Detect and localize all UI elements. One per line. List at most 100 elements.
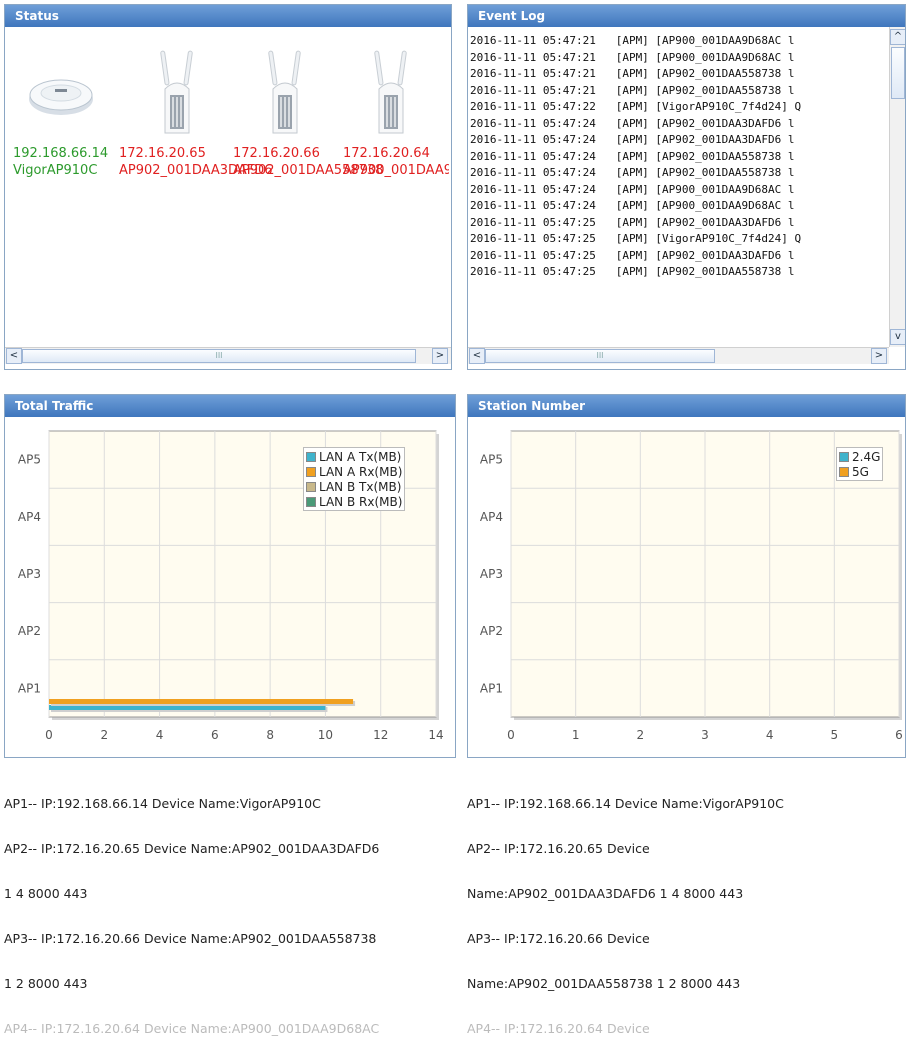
y-tick-label: AP2 — [18, 624, 41, 638]
ap-info-line: AP4-- IP:172.16.20.64 Device — [467, 1021, 650, 1036]
y-tick-label: AP4 — [480, 510, 503, 524]
total-traffic-panel-title: Total Traffic — [5, 395, 455, 417]
ap-info-line: AP4-- IP:172.16.20.64 Device Name:AP900_… — [4, 1021, 380, 1036]
y-tick-label: AP1 — [480, 681, 503, 695]
x-tick-label: 2 — [637, 728, 645, 742]
station-number-ap-info: AP1-- IP:192.168.66.14 Device Name:Vigor… — [467, 766, 784, 1051]
x-tick-label: 4 — [766, 728, 774, 742]
y-tick-label: AP3 — [480, 567, 503, 581]
event-log-vertical-scrollbar[interactable]: ^ v — [889, 27, 905, 347]
total-traffic-panel: Total Traffic 0 2 4 6 8 10 12 14 AP1 AP2 AP3 AP4 AP5… — [4, 394, 456, 758]
legend-swatch — [306, 481, 316, 492]
ap4-name: AP900_001DAA9D68AC — [343, 163, 449, 178]
x-tick-label: 0 — [45, 728, 53, 742]
ap1-device-icon[interactable] — [27, 73, 95, 119]
event-log-line: 2016-11-11 05:47:24 [APM] [AP900_001DAA9… — [470, 182, 795, 196]
legend-swatch — [839, 466, 849, 477]
x-tick-label: 12 — [373, 728, 388, 742]
x-tick-label: 10 — [318, 728, 333, 742]
status-horizontal-scrollbar[interactable]: < III > — [5, 347, 451, 364]
event-log-line: 2016-11-11 05:47:24 [APM] [AP900_001DAA9… — [470, 199, 795, 212]
station-number-panel: Station Number 0 1 2 3 4 5 6 AP1 AP2 AP3 AP4 AP5 2.… — [467, 394, 906, 758]
legend-item: LAN B Tx(MB) — [306, 479, 402, 494]
event-log-line: 2016-11-11 05:47:24 [APM] [AP902_001DAA3… — [470, 133, 795, 146]
event-log-line: 2016-11-11 05:47:24 [APM] [AP902_001DAA5… — [470, 166, 795, 179]
scroll-thumb[interactable]: III — [485, 349, 715, 363]
x-tick-label: 6 — [211, 728, 219, 742]
ap-info-line: AP1-- IP:192.168.66.14 Device Name:Vigor… — [467, 796, 784, 811]
event-log-line: 2016-11-11 05:47:25 [APM] [VigorAP910C_7… — [470, 232, 802, 245]
legend-label: 5G — [852, 464, 869, 479]
ap-info-line: Name:AP902_001DAA3DAFD6 1 4 8000 443 — [467, 886, 744, 901]
y-tick-label: AP4 — [18, 510, 41, 524]
legend-swatch — [306, 451, 316, 462]
event-log-line: 2016-11-11 05:47:21 [APM] [AP900_001DAA9… — [470, 34, 795, 47]
y-tick-label: AP3 — [18, 567, 41, 581]
x-tick-label: 6 — [895, 728, 903, 742]
legend-swatch — [306, 466, 316, 477]
event-log-line: 2016-11-11 05:47:21 [APM] [AP900_001DAA9… — [470, 50, 795, 64]
x-tick-label: 0 — [507, 728, 515, 742]
scroll-left-button[interactable]: < — [469, 348, 485, 364]
event-log-panel: Event Log 2016-11-11 05:47:21 [APM] [AP9… — [467, 4, 906, 370]
scroll-thumb[interactable] — [891, 47, 905, 99]
event-log-line: 2016-11-11 05:47:21 [APM] [AP902_001DAA5… — [470, 83, 795, 97]
y-tick-label: AP1 — [18, 681, 41, 695]
legend-label: LAN B Rx(MB) — [319, 494, 403, 509]
event-log-line: 2016-11-11 05:47:25 [APM] [AP902_001DAA3… — [470, 215, 795, 229]
ap-info-line: AP3-- IP:172.16.20.66 Device Name:AP902_… — [4, 931, 377, 946]
legend-item: LAN A Rx(MB) — [306, 464, 402, 479]
legend-swatch — [306, 496, 316, 507]
y-tick-label: AP5 — [18, 453, 41, 467]
scroll-right-button[interactable]: > — [432, 348, 448, 364]
ap3-ip: 172.16.20.66 — [233, 146, 320, 161]
x-tick-label: 14 — [428, 728, 443, 742]
total-traffic-legend: LAN A Tx(MB) LAN A Rx(MB) LAN B Tx(MB) LAN … — [303, 447, 406, 511]
event-log-list[interactable]: 2016-11-11 05:47:21 [APM] [AP900_001DAA9… — [468, 33, 876, 337]
ap-info-line: AP3-- IP:172.16.20.66 Device — [467, 931, 650, 946]
event-log-horizontal-scrollbar[interactable]: < III > — [468, 347, 889, 364]
bar-lan-a-rx-mb- — [49, 699, 354, 704]
legend-label: 2.4G — [852, 449, 881, 464]
legend-item: LAN A Tx(MB) — [306, 449, 402, 464]
ap1-ip: 192.168.66.14 — [13, 146, 109, 161]
station-number-legend: 2.4G 5G — [836, 447, 884, 481]
status-panel: Status 192.168.66.14 172.16.20.65 172.16… — [4, 4, 452, 370]
station-number-panel-title: Station Number — [468, 395, 905, 417]
legend-label: LAN A Tx(MB) — [319, 449, 402, 464]
legend-label: LAN A Rx(MB) — [319, 464, 403, 479]
event-log-panel-title: Event Log — [468, 5, 905, 27]
ap4-ip: 172.16.20.64 — [343, 146, 430, 161]
total-traffic-ap-info: AP1-- IP:192.168.66.14 Device Name:Vigor… — [4, 766, 379, 1051]
scroll-down-button[interactable]: v — [890, 329, 905, 345]
legend-item: LAN B Rx(MB) — [306, 494, 402, 509]
status-panel-title: Status — [5, 5, 451, 27]
x-tick-label: 5 — [831, 728, 839, 742]
event-log-line: 2016-11-11 05:47:24 [APM] [AP902_001DAA3… — [470, 116, 795, 130]
y-tick-label: AP2 — [480, 624, 503, 638]
ap-info-line: AP2-- IP:172.16.20.65 Device Name:AP902_… — [4, 841, 380, 856]
scroll-left-button[interactable]: < — [6, 348, 22, 364]
event-log-line: 2016-11-11 05:47:24 [APM] [AP902_001DAA5… — [470, 149, 795, 163]
event-log-line: 2016-11-11 05:47:21 [APM] [AP902_001DAA5… — [470, 67, 795, 80]
scroll-right-button[interactable]: > — [871, 348, 887, 364]
scroll-up-button[interactable]: ^ — [890, 29, 905, 45]
event-log-line: 2016-11-11 05:47:25 [APM] [AP902_001DAA5… — [470, 265, 795, 278]
x-tick-label: 8 — [266, 728, 274, 742]
scroll-thumb[interactable]: III — [22, 349, 416, 363]
ap-info-line: 1 2 8000 443 — [4, 976, 88, 991]
ap-info-line: Name:AP902_001DAA558738 1 2 8000 443 — [467, 976, 741, 991]
ap-info-line: 1 4 8000 443 — [4, 886, 88, 901]
ap2-ip: 172.16.20.65 — [119, 146, 206, 161]
ap3-device-icon[interactable] — [267, 49, 303, 137]
x-tick-label: 2 — [100, 728, 108, 742]
legend-label: LAN B Tx(MB) — [319, 479, 402, 494]
legend-item: 5G — [839, 464, 880, 479]
ap2-device-icon[interactable] — [159, 49, 195, 137]
ap4-device-icon[interactable] — [373, 49, 409, 137]
x-tick-label: 3 — [701, 728, 709, 742]
legend-item: 2.4G — [839, 449, 880, 464]
ap1-name: VigorAP910C — [13, 163, 98, 178]
ap-info-line: AP1-- IP:192.168.66.14 Device Name:Vigor… — [4, 796, 321, 811]
ap-info-line: AP2-- IP:172.16.20.65 Device — [467, 841, 650, 856]
